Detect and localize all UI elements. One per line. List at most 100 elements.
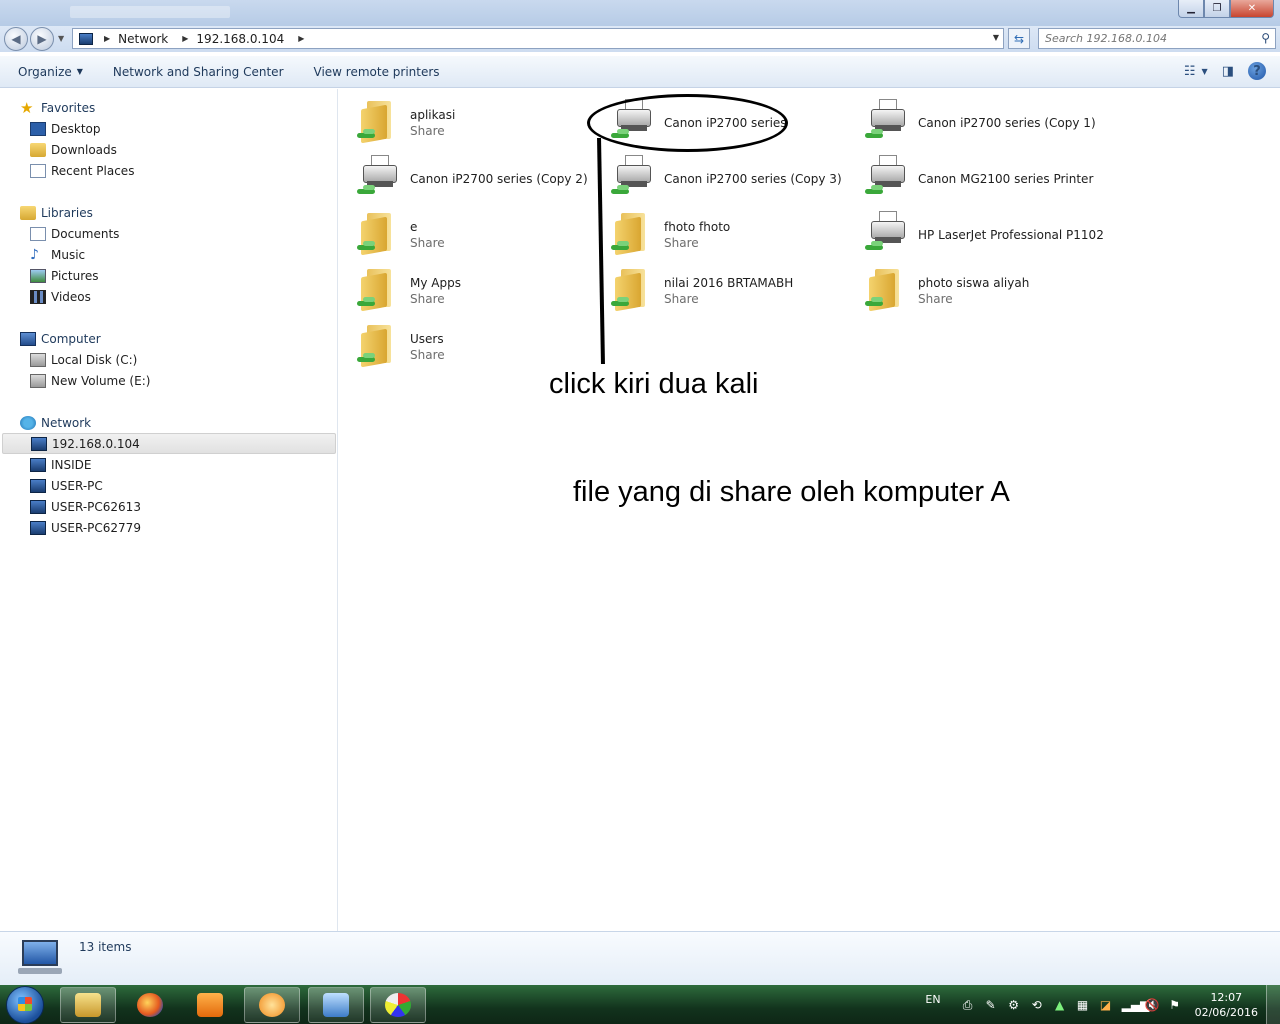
shared-folder-item[interactable]: fhoto fhoto Share <box>593 205 833 257</box>
network-location-icon <box>79 32 93 45</box>
printer-item[interactable]: Canon iP2700 series (Copy 2) <box>339 149 588 201</box>
organize-label: Organize <box>18 64 72 79</box>
clock[interactable]: 12:07 02/06/2016 <box>1195 990 1258 1020</box>
music-note-icon: ♪ <box>30 246 39 263</box>
shared-folder-item[interactable]: aplikasi Share <box>339 93 579 145</box>
minimize-button[interactable]: ▁ <box>1178 0 1204 18</box>
action-center-flag-icon[interactable]: ⚑ <box>1168 998 1182 1012</box>
search-input[interactable] <box>1045 32 1245 45</box>
breadcrumb-separator-icon[interactable]: ▶ <box>182 34 188 43</box>
refresh-button[interactable]: ⇆ <box>1008 28 1030 49</box>
item-subtitle: Share <box>664 236 699 250</box>
sidebar-item-new-volume-e[interactable]: New Volume (E:) <box>20 370 150 391</box>
breadcrumb-host[interactable]: 192.168.0.104 <box>196 32 284 46</box>
shared-folder-item[interactable]: photo siswa aliyah Share <box>847 261 1087 313</box>
help-icon[interactable]: ? <box>1248 62 1266 80</box>
favorites-header[interactable]: ★ Favorites <box>20 97 134 118</box>
volume-muted-icon[interactable]: 🔇 <box>1145 998 1160 1012</box>
safely-remove-icon[interactable]: ▦ <box>1076 998 1090 1012</box>
network-sharing-center-button[interactable]: Network and Sharing Center <box>113 65 284 79</box>
printer-item[interactable]: Canon iP2700 series (Copy 1) <box>847 93 1096 145</box>
taskbar-explorer-button[interactable] <box>60 987 116 1023</box>
item-name: Canon iP2700 series (Copy 1) <box>918 116 1096 130</box>
sidebar-item-documents[interactable]: Documents <box>20 223 119 244</box>
item-name: HP LaserJet Professional P1102 <box>918 228 1104 242</box>
command-bar: Organize ▼ Network and Sharing Center Vi… <box>0 56 1280 88</box>
sidebar-item-label: 192.168.0.104 <box>52 436 140 451</box>
address-row: ◀ ▶ ▼ ▶ Network ▶ 192.168.0.104 ▶ ▼ ⇆ ⚲ <box>0 26 1280 52</box>
shared-folder-item[interactable]: e Share <box>339 205 579 257</box>
address-bar[interactable]: ▶ Network ▶ 192.168.0.104 ▶ ▼ <box>72 28 1004 49</box>
libraries-label: Libraries <box>41 205 93 220</box>
printer-item[interactable]: HP LaserJet Professional P1102 <box>847 205 1104 257</box>
tray-app-icon[interactable]: ✎ <box>984 998 998 1012</box>
taskbar-uc-browser-button[interactable] <box>244 987 300 1023</box>
sidebar-item-user-pc62613[interactable]: USER-PC62613 <box>20 496 336 517</box>
network-adapter-icon[interactable]: ⚙ <box>1007 998 1021 1012</box>
download-manager-icon[interactable]: ◪ <box>1099 998 1113 1012</box>
refresh-icon: ⇆ <box>1013 31 1025 46</box>
breadcrumb-separator-icon[interactable]: ▶ <box>298 34 304 43</box>
network-printer-icon <box>865 211 909 255</box>
sidebar-item-user-pc[interactable]: USER-PC <box>20 475 336 496</box>
taskbar-paint-button[interactable] <box>370 987 426 1023</box>
shared-folder-icon <box>611 211 655 256</box>
sidebar-item-local-disk-c[interactable]: Local Disk (C:) <box>20 349 150 370</box>
shared-folder-item[interactable]: Users Share <box>339 317 579 369</box>
printer-item[interactable]: Canon iP2700 series (Copy 3) <box>593 149 842 201</box>
maximize-button[interactable]: ❐ <box>1204 0 1230 18</box>
recent-pages-dropdown[interactable]: ▼ <box>58 34 64 43</box>
sidebar-item-downloads[interactable]: Downloads <box>20 139 134 160</box>
breadcrumb-network[interactable]: Network <box>118 32 168 46</box>
sidebar-item-recent-places[interactable]: Recent Places <box>20 160 134 181</box>
printer-item[interactable]: Canon MG2100 series Printer <box>847 149 1093 201</box>
start-button[interactable] <box>6 986 44 1024</box>
item-name: nilai 2016 BRTAMABH <box>664 276 794 290</box>
libraries-icon <box>20 205 36 220</box>
forward-button[interactable]: ▶ <box>30 27 54 51</box>
view-options-chevron-icon[interactable]: ▼ <box>1202 67 1208 76</box>
shared-folder-item[interactable]: My Apps Share <box>339 261 579 313</box>
desktop-icon <box>30 121 46 136</box>
preview-pane-icon[interactable]: ◨ <box>1222 64 1234 79</box>
sidebar-item-inside[interactable]: INSIDE <box>20 454 336 475</box>
firefox-icon <box>137 993 163 1017</box>
organize-button[interactable]: Organize ▼ <box>18 65 83 79</box>
sidebar-item-music[interactable]: ♪ Music <box>20 244 119 265</box>
network-header[interactable]: Network <box>20 412 336 433</box>
show-desktop-button[interactable] <box>1266 985 1280 1024</box>
language-indicator[interactable]: EN <box>925 993 940 1006</box>
sync-icon[interactable]: ⟲ <box>1030 998 1044 1012</box>
taskbar-control-panel-button[interactable] <box>308 987 364 1023</box>
antivirus-icon[interactable]: ▲ <box>1053 998 1067 1012</box>
sidebar-item-pictures[interactable]: Pictures <box>20 265 119 286</box>
address-dropdown-icon[interactable]: ▼ <box>993 33 999 42</box>
computer-header[interactable]: Computer <box>20 328 150 349</box>
taskbar-firefox-button[interactable] <box>122 987 178 1023</box>
sidebar-item-videos[interactable]: Videos <box>20 286 119 307</box>
breadcrumb-separator-icon[interactable]: ▶ <box>104 34 110 43</box>
search-icon[interactable]: ⚲ <box>1261 31 1270 45</box>
change-view-icon[interactable]: ☷ <box>1184 64 1196 79</box>
shared-folder-item[interactable]: nilai 2016 BRTAMABH Share <box>593 261 833 313</box>
sidebar-item-desktop[interactable]: Desktop <box>20 118 134 139</box>
remote-printers-label: View remote printers <box>313 64 440 79</box>
title-bar: ▁ ❐ ✕ <box>0 0 1280 26</box>
file-view: aplikasi Share Canon iP2700 series Canon… <box>339 89 1280 931</box>
item-name: Users <box>410 332 444 346</box>
signal-strength-icon[interactable]: ▂▄▆ <box>1122 998 1150 1012</box>
close-button[interactable]: ✕ <box>1230 0 1274 18</box>
view-remote-printers-button[interactable]: View remote printers <box>314 65 440 79</box>
sidebar-item-192-168-0-104[interactable]: 192.168.0.104 <box>2 433 336 454</box>
taskbar-media-player-button[interactable] <box>182 987 238 1023</box>
navigation-pane: ★ Favorites Desktop Downloads Recent Pla… <box>0 89 338 931</box>
printer-tray-icon[interactable]: ⎙ <box>961 998 975 1012</box>
sidebar-item-user-pc62779[interactable]: USER-PC62779 <box>20 517 336 538</box>
back-button[interactable]: ◀ <box>4 27 28 51</box>
item-count: 13 items <box>79 940 132 954</box>
pictures-icon <box>30 268 46 283</box>
item-name: photo siswa aliyah <box>918 276 1030 290</box>
libraries-header[interactable]: Libraries <box>20 202 119 223</box>
search-box[interactable]: ⚲ <box>1038 28 1276 49</box>
item-subtitle: Share <box>664 292 699 306</box>
